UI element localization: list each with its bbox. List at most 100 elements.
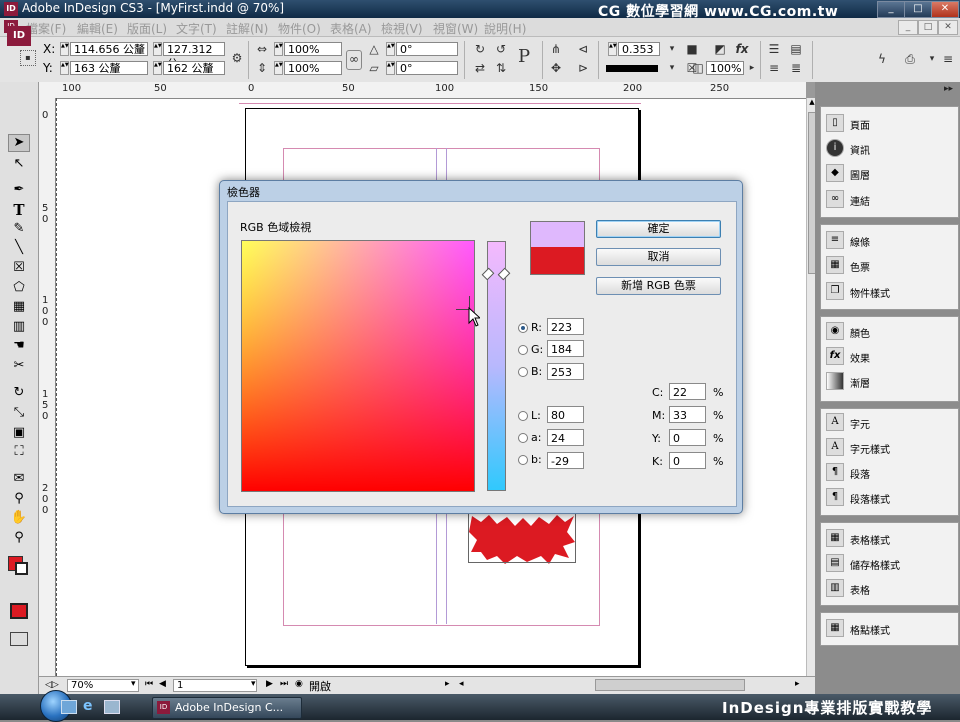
grid-tool-icon[interactable]: ▥ [8, 319, 30, 337]
scroll-left-arrow-icon[interactable]: ◂ [459, 679, 464, 689]
panel-gradient[interactable]: 漸層 [826, 370, 956, 392]
pencil-tool-icon[interactable]: ✎ [8, 221, 30, 239]
reference-point-icon[interactable]: ▪ [20, 50, 36, 66]
select-previous-icon[interactable]: ⊲ [575, 41, 591, 57]
x-position-field[interactable]: 114.656 公釐 [70, 42, 148, 56]
doc-close-button[interactable]: ✕ [938, 20, 958, 35]
type-tool-icon[interactable]: T [8, 201, 30, 219]
flip-horizontal-icon[interactable]: ⇄ [472, 60, 488, 76]
panel-menu-icon[interactable]: ≡ [940, 51, 956, 67]
panel-links[interactable]: ∞ 連結 [826, 188, 956, 210]
a-value-field[interactable]: 24 [547, 429, 584, 446]
panel-swatches[interactable]: ▦ 色票 [826, 254, 956, 276]
scroll-right-arrow-icon[interactable]: ▸ [795, 679, 800, 689]
link-scale-icon[interactable]: ∞ [346, 50, 362, 70]
height-field[interactable]: 162 公釐 [163, 61, 225, 75]
dropdown-arrow-icon[interactable]: ▾ [664, 41, 680, 57]
rotate-spinner[interactable]: ▲▼ [386, 42, 395, 56]
status-menu-icon[interactable]: ▸ [445, 679, 450, 689]
menu-help[interactable]: 說明(H) [484, 20, 526, 37]
y-spinner[interactable]: ▲▼ [60, 61, 69, 75]
panel-pages[interactable]: ▯ 頁面 [826, 112, 956, 134]
b-value-field[interactable]: 253 [547, 363, 584, 380]
switch-windows-icon[interactable] [104, 700, 120, 714]
panel-character-styles[interactable]: A 字元樣式 [826, 436, 956, 458]
w-spinner[interactable]: ▲▼ [153, 42, 162, 56]
menu-file[interactable]: 檔案(F) [26, 20, 66, 37]
x-spinner[interactable]: ▲▼ [60, 42, 69, 56]
rotate-ccw-icon[interactable]: ↺ [493, 41, 509, 57]
rotate-angle-field[interactable]: 0° [396, 42, 458, 56]
page-number-field[interactable]: 1 [173, 679, 257, 692]
r-value-field[interactable]: 223 [547, 318, 584, 335]
menu-type[interactable]: 文字(T) [176, 20, 217, 37]
panel-cell-styles[interactable]: ▤ 儲存格樣式 [826, 552, 956, 574]
scale-y-spinner[interactable]: ▲▼ [274, 61, 283, 75]
eyedropper-tool-icon[interactable]: ⚲ [8, 491, 30, 509]
doc-minimize-button[interactable]: _ [898, 20, 918, 35]
radio-l[interactable] [518, 411, 528, 421]
hand-stamp-tool-icon[interactable]: ☚ [8, 338, 30, 356]
shear-spinner[interactable]: ▲▼ [386, 61, 395, 75]
c-value-field[interactable]: 22 [669, 383, 706, 400]
rotate-tool-icon[interactable]: ↻ [8, 385, 30, 403]
scale-tool-icon[interactable]: ⤡ [8, 405, 30, 423]
k-value-field[interactable]: 0 [669, 452, 706, 469]
constrain-proportions-icon[interactable]: ⚙ [229, 50, 245, 66]
y-value-field[interactable]: 0 [669, 429, 706, 446]
color-field[interactable] [241, 240, 475, 492]
gradient-tool-icon[interactable]: ▣ [8, 425, 30, 443]
panel-effects[interactable]: fx 效果 [826, 345, 956, 367]
scale-x-spinner[interactable]: ▲▼ [274, 42, 283, 56]
zoom-tool-icon[interactable]: ⚲ [8, 530, 30, 548]
flip-vertical-icon[interactable]: ⇅ [493, 60, 509, 76]
first-page-icon[interactable]: ⏮ [145, 679, 153, 689]
stroke-type-swatch[interactable] [606, 65, 658, 72]
note-tool-icon[interactable]: ✉ [8, 471, 30, 489]
text-wrap-bbox-icon[interactable]: ▤ [788, 41, 804, 57]
scale-x-field[interactable]: 100% [284, 42, 342, 56]
radio-b[interactable] [518, 367, 528, 377]
table-tool-icon[interactable]: ▦ [8, 299, 30, 317]
panel-paragraph-styles[interactable]: ¶ 段落樣式 [826, 486, 956, 508]
original-color-swatch[interactable] [530, 247, 585, 275]
view-mode-icon[interactable]: ◁▷ [45, 680, 59, 690]
effects-icon[interactable]: fx [734, 41, 750, 57]
stroke-color-swatch[interactable] [15, 562, 28, 575]
stroke-weight-field[interactable]: 0.353 [618, 42, 660, 56]
menu-table[interactable]: 表格(A) [330, 20, 372, 37]
maximize-button[interactable]: □ [904, 1, 932, 18]
direct-selection-tool-icon[interactable]: ↖ [8, 156, 30, 174]
menu-edit[interactable]: 編輯(E) [77, 20, 118, 37]
dropdown-arrow-icon[interactable]: ▾ [924, 51, 940, 67]
panel-info[interactable]: i 資訊 [826, 137, 956, 159]
radio-r[interactable] [518, 323, 528, 333]
g-value-field[interactable]: 184 [547, 340, 584, 357]
width-field[interactable]: 127.312 公 [163, 42, 225, 70]
panel-layers[interactable]: ◆ 圖層 [826, 162, 956, 184]
fill-swatch-icon[interactable]: ■ [684, 41, 700, 57]
apply-color-button[interactable] [10, 603, 28, 619]
normal-view-mode-icon[interactable] [10, 632, 28, 646]
panel-grid-styles[interactable]: ▦ 格點樣式 [826, 617, 956, 639]
pen-tool-icon[interactable]: ✒ [8, 182, 30, 200]
h-spinner[interactable]: ▲▼ [153, 61, 162, 75]
panel-color[interactable]: ◉ 顏色 [826, 320, 956, 342]
next-page-icon[interactable]: ▶ [266, 679, 273, 689]
selection-tool-icon[interactable]: ➤ [8, 134, 30, 152]
select-next-icon[interactable]: ⊳ [575, 60, 591, 76]
ok-button[interactable]: 確定 [596, 220, 721, 238]
minimize-button[interactable]: _ [877, 1, 905, 18]
scissors-tool-icon[interactable]: ✂ [8, 358, 30, 376]
dropdown-arrow-icon[interactable]: ▸ [744, 60, 760, 76]
m-value-field[interactable]: 33 [669, 406, 706, 423]
horizontal-scroll-thumb[interactable] [595, 679, 745, 691]
radio-g[interactable] [518, 345, 528, 355]
align-left-icon[interactable]: ≡ [766, 60, 782, 76]
l-value-field[interactable]: 80 [547, 406, 584, 423]
line-tool-icon[interactable]: ╲ [8, 240, 30, 258]
add-rgb-swatch-button[interactable]: 新增 RGB 色票 [596, 277, 721, 295]
align-center-icon[interactable]: ≣ [788, 60, 804, 76]
hand-tool-icon[interactable]: ✋ [8, 510, 30, 528]
panel-stroke[interactable]: ≡ 線條 [826, 229, 956, 251]
